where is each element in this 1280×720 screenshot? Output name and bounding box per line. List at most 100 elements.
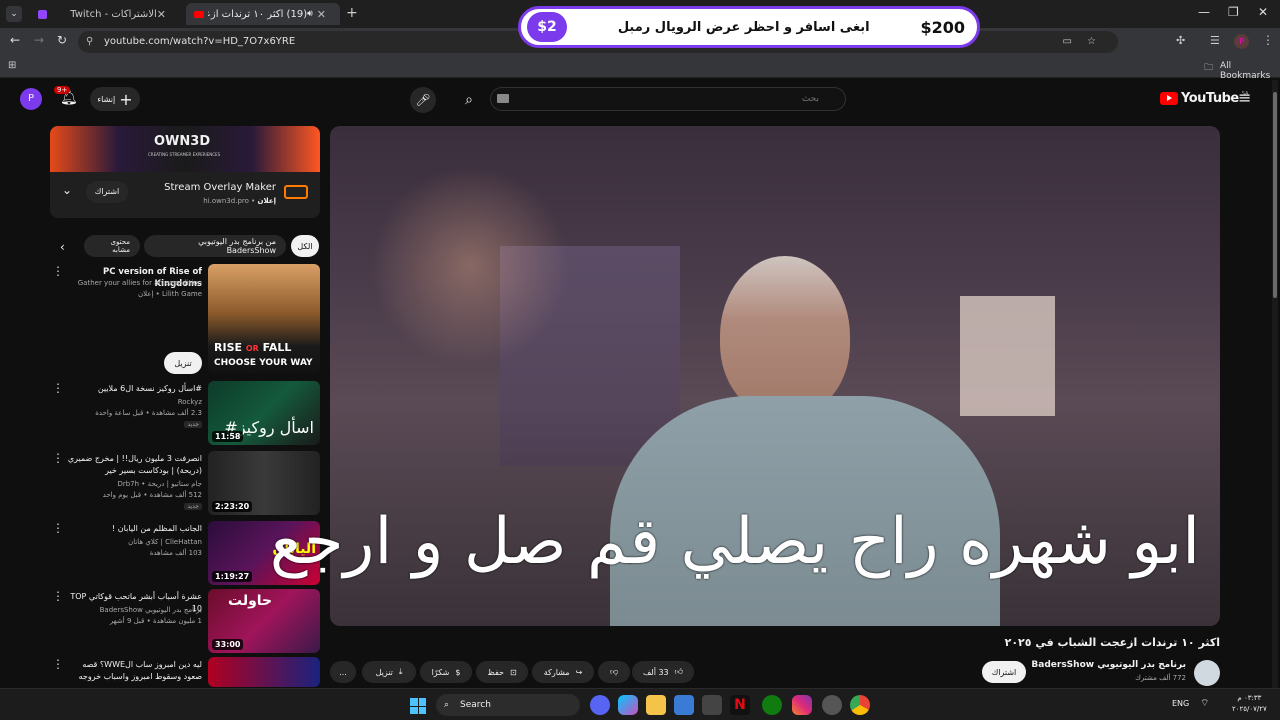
- menu-icon[interactable]: ⋮: [1262, 33, 1274, 47]
- cast-icon[interactable]: ▭: [1063, 31, 1072, 53]
- channel-avatar[interactable]: [1194, 660, 1220, 686]
- xbox-icon[interactable]: [762, 695, 782, 715]
- reading-list-icon[interactable]: ☰: [1210, 34, 1220, 47]
- file-explorer-icon[interactable]: [646, 695, 666, 715]
- download-button[interactable]: تنزيل: [164, 352, 202, 374]
- video-meta: Rockyz 2.3 ألف مشاهدة • قبل ساعة واحدة ج…: [67, 397, 202, 430]
- guide-menu-icon[interactable]: ≡: [1238, 88, 1251, 107]
- ad-banner-subtitle: CREATING STREAMER EXPERIENCES: [148, 152, 221, 157]
- youtube-favicon-icon: [194, 10, 204, 18]
- view-info: 2.3 ألف مشاهدة • قبل ساعة واحدة: [95, 409, 202, 417]
- close-icon[interactable]: ✕: [157, 8, 166, 21]
- bookmark-star-icon[interactable]: ☆: [1087, 31, 1096, 53]
- youtube-logo[interactable]: YouTube SA: [1160, 91, 1248, 106]
- subscribe-button[interactable]: اشتراك: [86, 181, 128, 203]
- account-avatar[interactable]: P: [20, 88, 42, 110]
- like-button[interactable]: 👍︎ 33 ألف: [632, 661, 694, 683]
- video-title[interactable]: انصرفت 3 مليون ريال!! | مخرج ضميري (دريح…: [67, 453, 202, 477]
- more-actions-button[interactable]: ...: [330, 661, 356, 683]
- list-item[interactable]: #اسأل روكيز 11:58 ⋮ #اسأل روكيز نسخة ال6…: [50, 381, 320, 449]
- more-options-icon[interactable]: ⋮: [52, 381, 64, 395]
- video-frame-person-head: [720, 256, 850, 416]
- clock[interactable]: ٠٣:٣٣ م ٢٠٢٥/٠٧/٢٧: [1232, 693, 1267, 715]
- save-label: حفظ: [487, 667, 504, 677]
- close-window-icon[interactable]: ✕: [1258, 5, 1268, 19]
- minimize-icon[interactable]: —: [1198, 5, 1210, 19]
- download-button[interactable]: ⤓ تنزيل: [362, 661, 416, 683]
- tab-twitch[interactable]: ✕ الاشتراكات - Twitch: [30, 3, 180, 25]
- video-thumbnail[interactable]: #اسأل روكيز 11:58: [208, 381, 320, 445]
- more-options-icon[interactable]: ⋮: [52, 657, 64, 671]
- wifi-icon[interactable]: ⌔: [1200, 697, 1209, 710]
- youtube-play-icon: [1160, 92, 1178, 105]
- video-title[interactable]: #اسأل روكيز نسخة ال6 ملايين: [67, 383, 202, 395]
- video-title[interactable]: ليه دين امبروز ساب الWWE؟ قصه صعود وسقوط…: [67, 659, 202, 683]
- chevron-down-icon[interactable]: ⌄: [62, 183, 72, 197]
- subscribe-button[interactable]: اشتراك: [982, 661, 1026, 683]
- list-item[interactable]: ⋮ ليه دين امبروز ساب الWWE؟ قصه صعود وسق…: [50, 657, 320, 687]
- profile-avatar[interactable]: P: [1234, 34, 1249, 49]
- apps-grid-icon[interactable]: ⊞: [8, 60, 16, 71]
- dislike-button[interactable]: 👎︎: [598, 661, 630, 683]
- keyboard-icon[interactable]: [497, 94, 509, 103]
- ad-domain: hi.own3d.pro: [203, 197, 249, 205]
- store-icon[interactable]: [674, 695, 694, 715]
- search-input[interactable]: بحث: [490, 87, 846, 111]
- language-indicator[interactable]: ENG: [1172, 699, 1189, 708]
- ad-title[interactable]: Stream Overlay Maker: [164, 182, 276, 193]
- ad-list-item[interactable]: RISE OR FALL CHOOSE YOUR WAY ⋮ PC version…: [50, 264, 320, 376]
- more-options-icon[interactable]: ⋮: [52, 264, 64, 278]
- channel-name[interactable]: Rockyz: [67, 397, 202, 408]
- stream-caption: ابو شهره راح يصلي قم صل و ارجع: [269, 505, 1200, 579]
- logo-text: YouTube: [1181, 91, 1239, 106]
- speaker-icon[interactable]: 🔊︎: [307, 9, 313, 19]
- copilot-icon[interactable]: [618, 695, 638, 715]
- app-icon-2[interactable]: [822, 695, 842, 715]
- scrollbar-thumb[interactable]: [1273, 92, 1277, 298]
- ad-thumbnail[interactable]: RISE OR FALL CHOOSE YOUR WAY: [208, 264, 320, 374]
- channel-name[interactable]: برنامج بدر اليوتيوبي BadersShow: [67, 605, 202, 616]
- create-button[interactable]: إنشاء +: [90, 87, 140, 111]
- list-item[interactable]: حاولت 33:00 ⋮ عشرة أسباب أبشر ماتحب قوكا…: [50, 589, 320, 657]
- taskbar-search-input[interactable]: ⌕ Search: [436, 694, 580, 716]
- back-icon[interactable]: ←: [10, 33, 20, 47]
- ad-item-meta: Gather your allies for an expedition إعل…: [67, 278, 202, 300]
- share-button[interactable]: ↪ مشاركة: [532, 661, 594, 683]
- reload-icon[interactable]: ↻: [57, 33, 67, 47]
- site-info-icon[interactable]: ⚲: [86, 31, 93, 53]
- chips-prev-icon[interactable]: ‹: [60, 240, 65, 254]
- more-options-icon[interactable]: ⋮: [52, 589, 64, 603]
- create-label: إنشاء: [97, 94, 116, 104]
- video-thumbnail[interactable]: حاولت 33:00: [208, 589, 320, 653]
- extensions-icon[interactable]: ✣: [1176, 34, 1185, 47]
- tab-youtube[interactable]: ✕ 🔊︎ (19) اكثر ١٠ ترندات ازعجت الشـ: [186, 3, 340, 25]
- thanks-button[interactable]: $ شكرًا: [420, 661, 472, 683]
- netflix-icon[interactable]: N: [730, 695, 750, 715]
- instagram-icon[interactable]: [792, 695, 812, 715]
- ad-card[interactable]: OWN3D CREATING STREAMER EXPERIENCES اشتر…: [50, 126, 320, 218]
- forward-icon[interactable]: →: [34, 33, 44, 47]
- search-button[interactable]: ⌕: [456, 87, 482, 113]
- clock-date: ٢٠٢٥/٠٧/٢٧: [1232, 705, 1267, 713]
- windows-taskbar: ⌕ Search N ENG ⌔ ٠٣:٣٣ م ٢٠٢٥/٠٧/٢٧: [0, 688, 1280, 720]
- thumbnail-text: حاولت: [228, 593, 273, 609]
- channel-name[interactable]: برنامج بدر اليوتيوبي BadersShow: [1000, 660, 1186, 670]
- close-icon[interactable]: ✕: [317, 8, 326, 21]
- page-scrollbar[interactable]: [1272, 80, 1278, 688]
- maximize-icon[interactable]: ❐: [1228, 5, 1239, 19]
- new-tab-button[interactable]: +: [346, 5, 358, 21]
- discord-icon[interactable]: [590, 695, 610, 715]
- ad-banner[interactable]: OWN3D CREATING STREAMER EXPERIENCES: [50, 126, 320, 172]
- save-button[interactable]: ⊡ حفظ: [476, 661, 528, 683]
- chip-all[interactable]: الكل: [291, 235, 319, 257]
- video-thumbnail[interactable]: [208, 657, 320, 687]
- channel-name[interactable]: جام ستاتيو | دريحة • Drb7h: [67, 479, 202, 490]
- start-icon[interactable]: [410, 698, 426, 714]
- tab-search-button[interactable]: ⌄: [6, 6, 22, 22]
- chrome-icon[interactable]: [850, 695, 870, 715]
- app-icon[interactable]: [702, 695, 722, 715]
- chip-channel[interactable]: من برنامج بدر اليوتيوبي BadersShow: [144, 235, 286, 257]
- more-options-icon[interactable]: ⋮: [52, 451, 64, 465]
- chip-related[interactable]: محتوى مشابه: [84, 235, 140, 257]
- voice-search-button[interactable]: 🎤︎: [410, 87, 436, 113]
